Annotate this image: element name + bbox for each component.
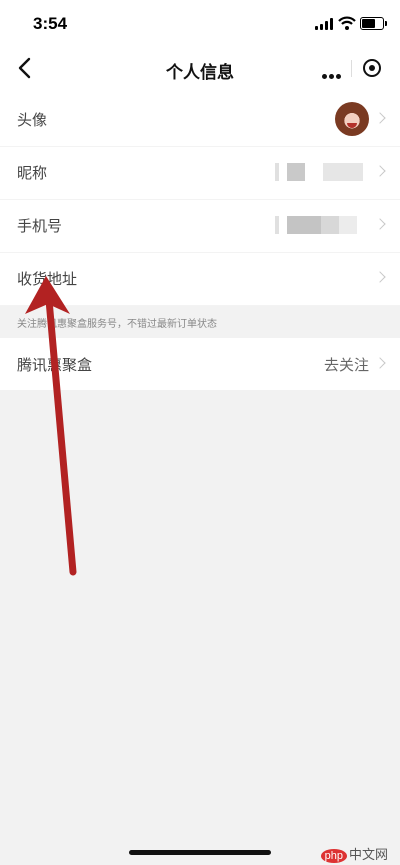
header-area: 3:54 个人信息 <box>0 0 400 100</box>
mini-program-capsule <box>314 53 390 83</box>
capsule-divider <box>351 60 352 77</box>
row-label: 收货地址 <box>17 271 78 288</box>
watermark: php 中文网 <box>320 844 388 863</box>
row-address[interactable]: 收货地址 <box>0 253 400 306</box>
follow-button[interactable]: 去关注 <box>324 354 369 375</box>
home-indicator <box>129 850 271 855</box>
avatar <box>335 102 369 136</box>
follow-row[interactable]: 腾讯惠聚盒 去关注 <box>0 338 400 390</box>
row-label: 昵称 <box>17 165 48 182</box>
battery-icon <box>360 17 387 30</box>
follow-label: 腾讯惠聚盒 <box>17 357 93 374</box>
watermark-text: 中文网 <box>348 847 388 862</box>
chevron-right-icon <box>374 357 386 369</box>
target-icon[interactable] <box>363 59 381 77</box>
row-label: 手机号 <box>17 218 63 235</box>
follow-hint: 关注腾讯惠聚盒服务号，不错过最新订单状态 <box>17 319 217 330</box>
row-nickname[interactable]: 昵称 <box>0 147 400 200</box>
row-phone[interactable]: 手机号 <box>0 200 400 253</box>
more-dots-icon[interactable] <box>322 66 343 84</box>
chevron-right-icon <box>374 165 386 177</box>
profile-list: 头像 昵称 手机号 收货地址 <box>0 94 400 306</box>
status-time: 3:54 <box>33 14 68 33</box>
hint-area: 关注腾讯惠聚盒服务号，不错过最新订单状态 <box>0 304 400 338</box>
chevron-right-icon <box>374 271 386 283</box>
row-label: 头像 <box>17 112 48 129</box>
status-bar: 3:54 <box>0 0 400 46</box>
chevron-right-icon <box>374 218 386 230</box>
wifi-icon <box>338 16 356 30</box>
nav-bar: 个人信息 <box>0 46 400 90</box>
row-avatar[interactable]: 头像 <box>0 94 400 147</box>
signal-icon <box>315 18 335 30</box>
watermark-logo: php <box>320 849 347 863</box>
masked-phone <box>275 216 370 234</box>
chevron-right-icon <box>374 112 386 124</box>
masked-nickname <box>275 163 370 181</box>
